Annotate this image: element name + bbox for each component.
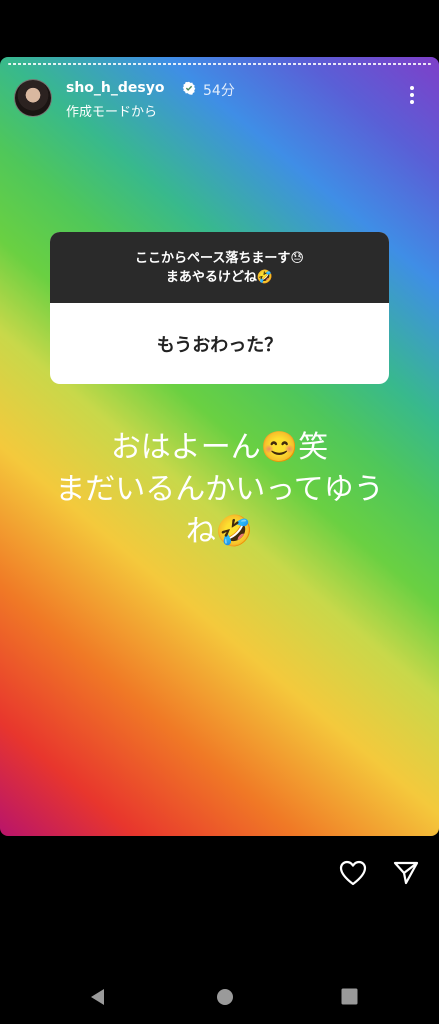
story-subtitle: 作成モードから (66, 105, 158, 120)
screen: sho_h_desyo 54分 作成モードから ここからペース落ちまーす😓 まあ… (0, 0, 439, 1024)
heart-icon[interactable] (339, 860, 367, 886)
username[interactable]: sho_h_desyo (66, 80, 164, 96)
question-sticker: ここからペース落ちまーす😓 まあやるけどね🤣 もうおわった？ (50, 232, 389, 384)
verified-badge-icon (182, 81, 196, 95)
send-icon[interactable] (393, 860, 419, 886)
home-icon[interactable] (216, 988, 234, 1006)
back-icon[interactable] (88, 987, 106, 1007)
story-viewer[interactable]: sho_h_desyo 54分 作成モードから ここからペース落ちまーす😓 まあ… (0, 57, 439, 836)
question-prompt: ここからペース落ちまーす😓 まあやるけどね🤣 (50, 232, 389, 303)
more-vertical-icon[interactable] (409, 85, 415, 105)
question-answer: もうおわった？ (156, 334, 283, 356)
question-line-1: ここからペース落ちまーす😓 (135, 250, 304, 266)
story-text-line-2: まだいるんかいってゆう (55, 472, 384, 507)
story-actions (339, 860, 419, 886)
system-navigation-bar (0, 975, 439, 1019)
story-header: sho_h_desyo 54分 作成モードから (14, 77, 429, 121)
post-time: 54分 (203, 83, 235, 99)
avatar[interactable] (14, 79, 52, 117)
story-text: おはよーん😊笑 まだいるんかいってゆう ね🤣 (20, 427, 419, 553)
story-text-line-3: ね🤣 (185, 514, 254, 549)
question-line-2: まあやるけどね🤣 (165, 269, 274, 285)
story-progress-bar (8, 63, 431, 65)
story-text-line-1: おはよーん😊笑 (110, 430, 329, 465)
recent-apps-icon[interactable] (341, 988, 358, 1005)
